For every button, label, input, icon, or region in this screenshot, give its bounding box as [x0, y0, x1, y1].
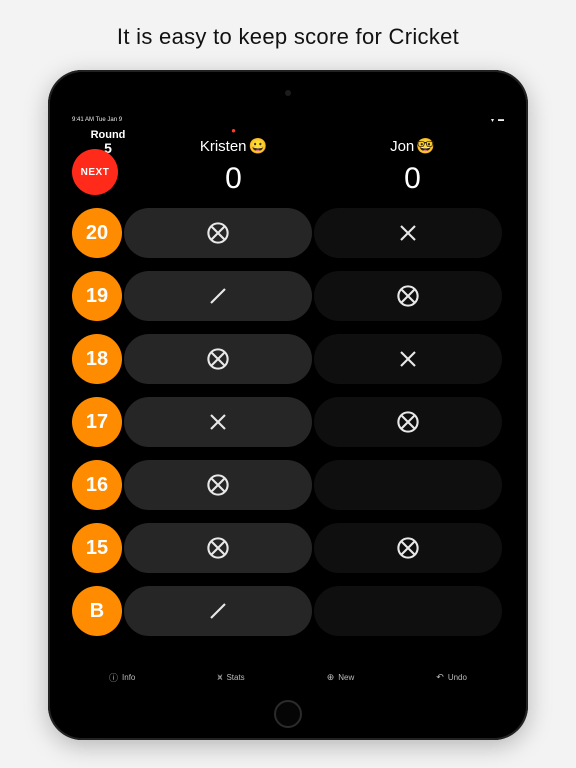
stats-label: Stats	[226, 673, 244, 682]
target-chip: 16	[72, 460, 122, 510]
stats-button[interactable]: ⩙ Stats	[217, 672, 244, 683]
player-2-emoji: 🤓	[416, 137, 435, 155]
target-row-20: 20	[72, 205, 502, 261]
new-button[interactable]: ⊕ New	[327, 672, 355, 683]
player-2: ● Jon 🤓 0	[323, 129, 502, 196]
player-2-name: Jon	[390, 138, 414, 155]
target-row-18: 18	[72, 331, 502, 387]
target-row-16: 16	[72, 457, 502, 513]
new-label: New	[338, 673, 354, 682]
undo-icon: ↶	[436, 672, 444, 683]
tablet-frame: 9:41 AM Tue Jan 9 ▾ ▬ Round 5 ● Kristen …	[48, 70, 528, 740]
target-row-17: 17	[72, 394, 502, 450]
mark-cell-p2[interactable]	[314, 208, 502, 258]
player-1-emoji: 😀	[249, 137, 268, 155]
mark-cell-p1[interactable]	[124, 586, 312, 636]
marketing-headline: It is easy to keep score for Cricket	[0, 0, 576, 50]
mark-cell-p2[interactable]	[314, 271, 502, 321]
undo-button[interactable]: ↶ Undo	[436, 672, 467, 683]
target-chip: 17	[72, 397, 122, 447]
target-row-B: B	[72, 583, 502, 639]
mark-cell-p2[interactable]	[314, 460, 502, 510]
bottom-toolbar: ⓘ Info ⩙ Stats ⊕ New ↶ Undo	[68, 667, 508, 690]
player-1-score: 0	[144, 162, 323, 196]
wifi-icon: ▾	[491, 117, 494, 124]
battery-icon: ▬	[498, 117, 504, 123]
mark-cell-p1[interactable]	[124, 397, 312, 447]
status-bar: 9:41 AM Tue Jan 9 ▾ ▬	[68, 115, 508, 125]
new-icon: ⊕	[327, 672, 335, 683]
target-row-15: 15	[72, 520, 502, 576]
mark-cell-p1[interactable]	[124, 334, 312, 384]
camera-dot	[285, 90, 291, 96]
info-button[interactable]: ⓘ Info	[109, 671, 135, 684]
player-1: ● Kristen 😀 0	[144, 129, 323, 196]
next-button[interactable]: NEXT	[72, 149, 118, 195]
home-button[interactable]	[274, 700, 302, 728]
cricket-board: 20 19 18 17 16 15 B	[68, 189, 508, 667]
stats-icon: ⩙	[217, 672, 222, 683]
turn-dot-1: ●	[144, 129, 323, 135]
app-screen: 9:41 AM Tue Jan 9 ▾ ▬ Round 5 ● Kristen …	[68, 115, 508, 690]
undo-label: Undo	[448, 673, 467, 682]
mark-cell-p2[interactable]	[314, 586, 502, 636]
mark-cell-p1[interactable]	[124, 460, 312, 510]
mark-cell-p1[interactable]	[124, 208, 312, 258]
mark-cell-p2[interactable]	[314, 334, 502, 384]
target-chip: 20	[72, 208, 122, 258]
player-1-name: Kristen	[200, 138, 247, 155]
player-2-score: 0	[323, 162, 502, 196]
info-icon: ⓘ	[109, 671, 118, 684]
mark-cell-p1[interactable]	[124, 271, 312, 321]
target-chip: 18	[72, 334, 122, 384]
score-header: Round 5 ● Kristen 😀 0 ● Jon 🤓 0 NEXT	[68, 125, 508, 189]
target-row-19: 19	[72, 268, 502, 324]
target-chip: 15	[72, 523, 122, 573]
mark-cell-p2[interactable]	[314, 523, 502, 573]
target-chip: B	[72, 586, 122, 636]
status-time: 9:41 AM Tue Jan 9	[72, 117, 122, 123]
info-label: Info	[122, 673, 135, 682]
mark-cell-p2[interactable]	[314, 397, 502, 447]
target-chip: 19	[72, 271, 122, 321]
mark-cell-p1[interactable]	[124, 523, 312, 573]
